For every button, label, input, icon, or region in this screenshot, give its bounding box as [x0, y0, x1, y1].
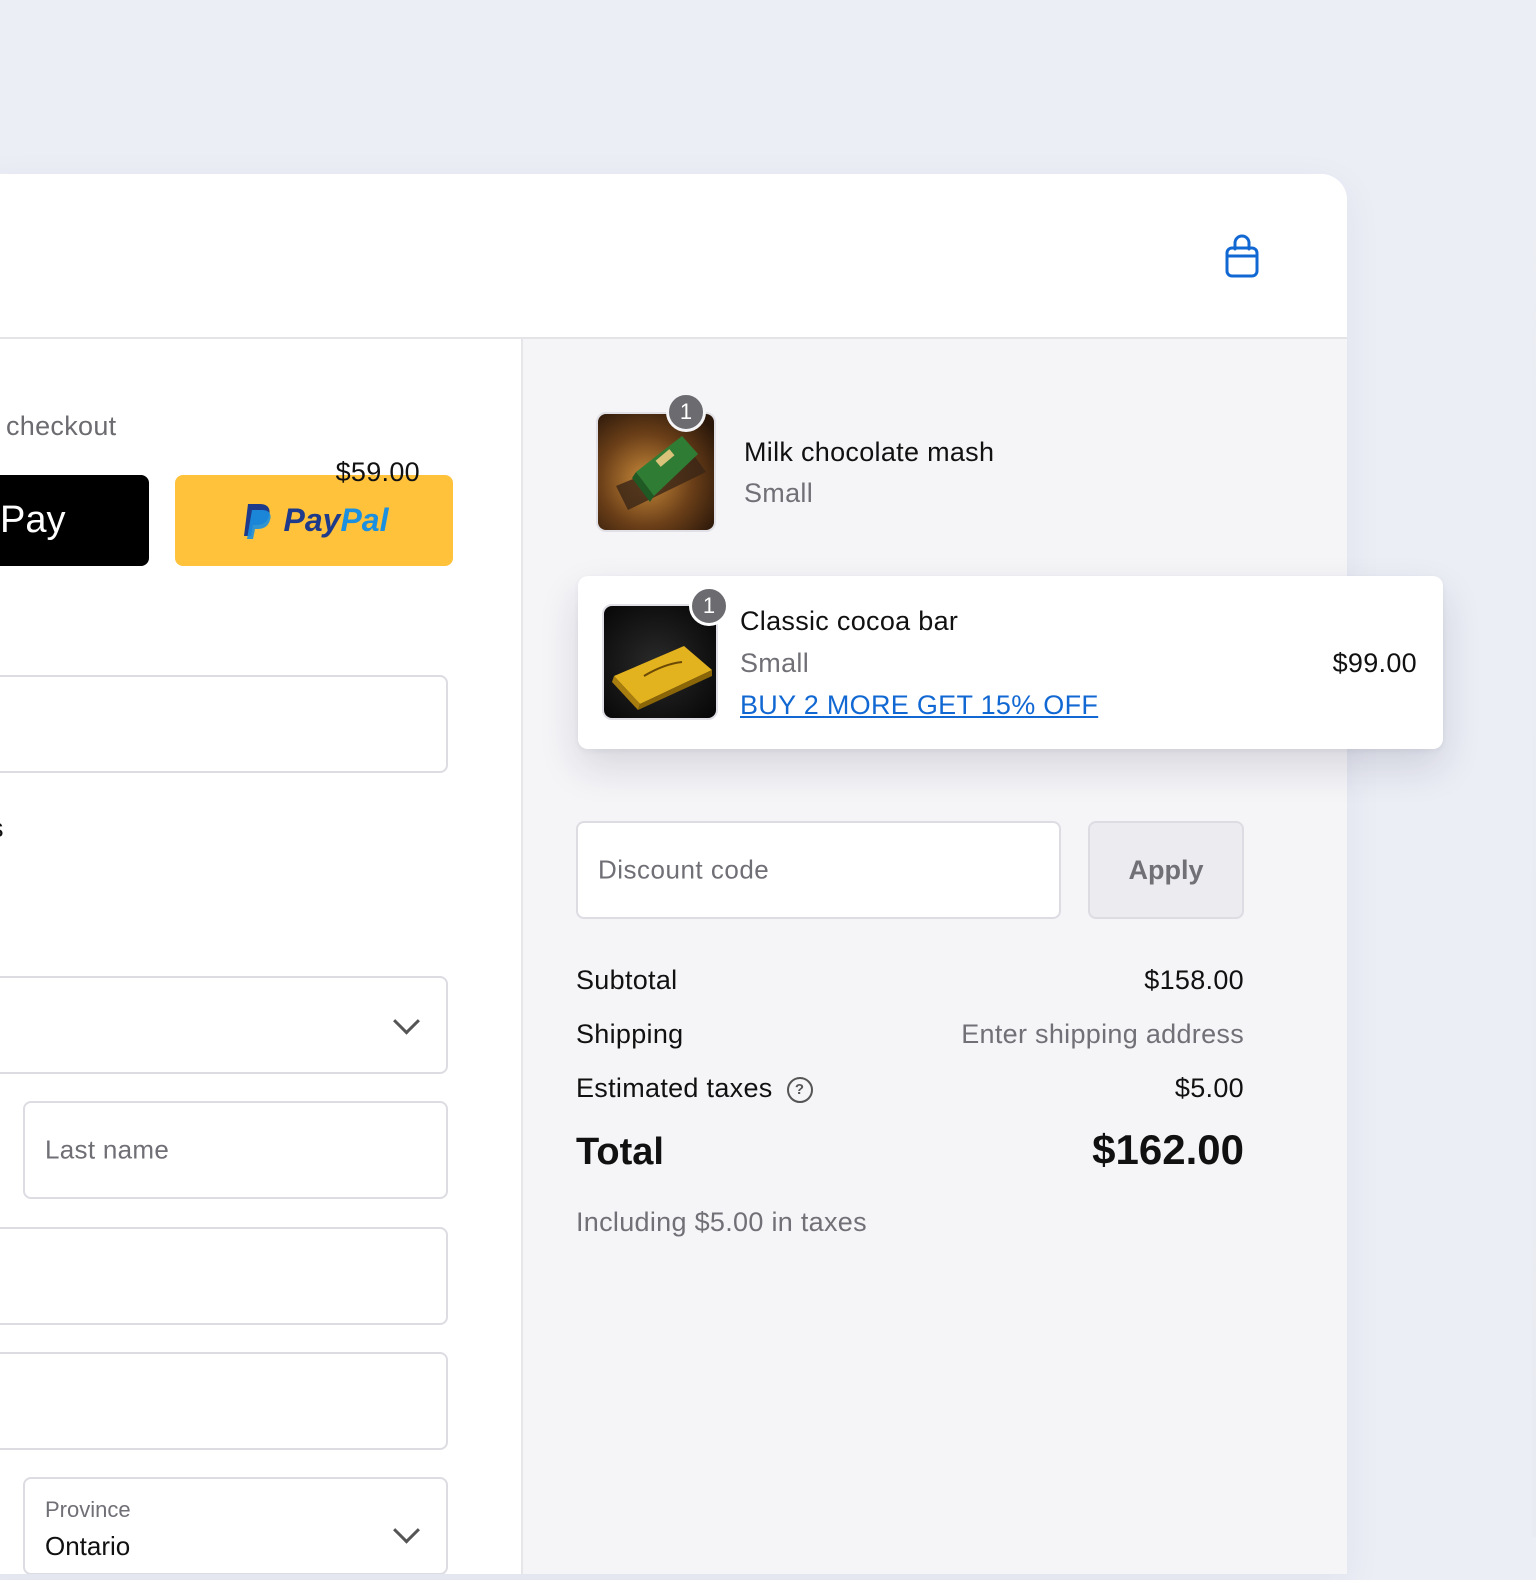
address-field[interactable] — [0, 1227, 448, 1325]
checkout-window: checkout Pay PayPal s Last name Province… — [0, 174, 1347, 1574]
estimated-taxes-row: Estimated taxes? — [576, 1073, 813, 1104]
paypal-logo-icon — [243, 503, 271, 539]
subtotal-label: Subtotal — [576, 965, 678, 995]
product-price: $99.00 — [1332, 648, 1417, 678]
chevron-down-icon — [393, 1516, 420, 1544]
tax-note: Including $5.00 in taxes — [576, 1207, 867, 1237]
product-price: $59.00 — [335, 457, 420, 487]
product-variant: Small — [744, 478, 814, 508]
country-select[interactable] — [0, 976, 448, 1074]
product-image — [596, 412, 716, 532]
checkout-header — [0, 174, 1347, 339]
quantity-badge: 1 — [689, 586, 729, 626]
highlighted-line-item[interactable]: 1 Classic cocoa bar Small BUY 2 MORE GET… — [578, 576, 1443, 749]
checkout-form-pane: checkout Pay PayPal s Last name Province… — [0, 339, 521, 1574]
paypal-wordmark-pay: Pay — [283, 502, 341, 538]
total-label: Total — [576, 1131, 664, 1173]
paypal-wordmark-pal: Pal — [340, 502, 389, 538]
shipping-label: Shipping — [576, 1019, 684, 1049]
province-select[interactable]: Province Ontario — [23, 1477, 448, 1574]
express-checkout-label: checkout — [6, 411, 117, 441]
newsletter-option-label: s — [0, 813, 4, 844]
apply-discount-button[interactable]: Apply — [1088, 821, 1244, 919]
shipping-value: Enter shipping address — [961, 1019, 1244, 1049]
quantity-badge: 1 — [666, 392, 706, 432]
order-summary-pane: 1 Milk chocolate mash Small $59.00 Disco… — [336, 339, 1347, 1574]
product-name: Classic cocoa bar — [740, 606, 959, 636]
help-circle-icon[interactable]: ? — [786, 1076, 813, 1103]
discount-code-input[interactable]: Discount code — [576, 821, 1061, 919]
product-name: Milk chocolate mash — [744, 437, 995, 467]
paypal-wordmark: PayPal — [284, 502, 389, 539]
last-name-placeholder: Last name — [45, 1134, 170, 1165]
province-value: Ontario — [45, 1531, 131, 1561]
discount-code-placeholder: Discount code — [598, 854, 770, 885]
province-label: Province — [45, 1497, 131, 1522]
last-name-field[interactable]: Last name — [23, 1101, 448, 1199]
chevron-down-icon — [393, 1007, 420, 1035]
email-field[interactable] — [0, 675, 448, 773]
apartment-field[interactable] — [0, 1352, 448, 1450]
product-variant: Small — [740, 648, 810, 678]
apple-pay-label: Pay — [0, 499, 66, 541]
shopping-bag-icon[interactable] — [1225, 234, 1259, 278]
estimated-taxes-label: Estimated taxes — [576, 1073, 773, 1103]
total-value: $162.00 — [1092, 1126, 1244, 1173]
subtotal-value: $158.00 — [1144, 965, 1244, 995]
promo-link[interactable]: BUY 2 MORE GET 15% OFF — [740, 690, 1098, 721]
estimated-taxes-value: $5.00 — [1174, 1073, 1244, 1103]
apple-pay-button[interactable]: Pay — [0, 475, 149, 566]
paypal-button[interactable]: PayPal — [175, 475, 453, 566]
